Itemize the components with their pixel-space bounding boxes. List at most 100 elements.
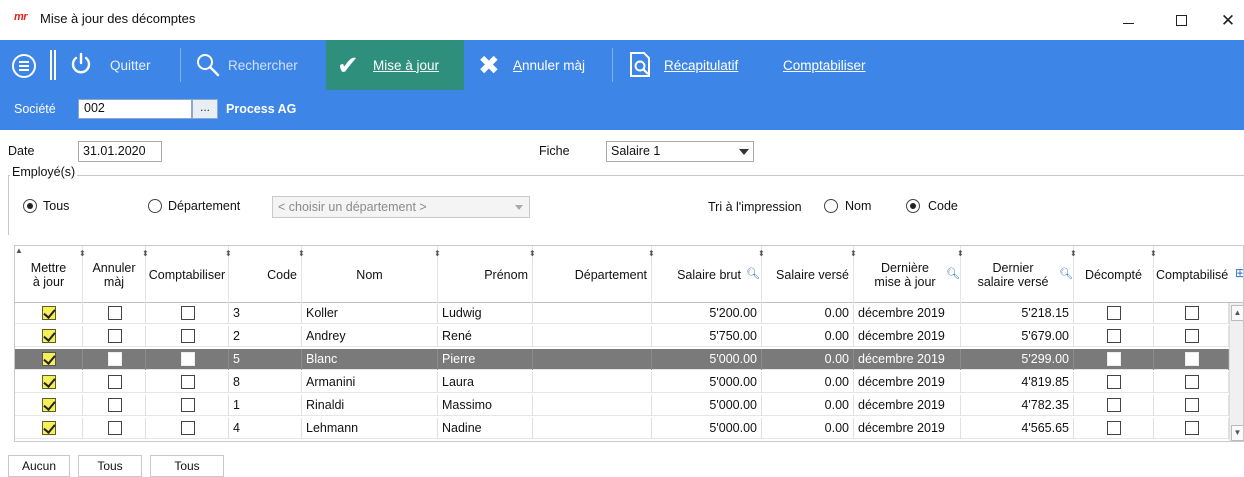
cancel-update-checkbox[interactable] (107, 352, 122, 366)
update-button[interactable]: Mise à jour (373, 40, 439, 90)
radio-all-label[interactable]: Tous (43, 199, 69, 213)
cell-paid[interactable]: 0.00 (762, 372, 854, 393)
update-checkbox[interactable] (42, 375, 56, 389)
cell-last-update[interactable]: décembre 2019 (854, 303, 961, 324)
col-header-code[interactable]: ⬍ Code (229, 246, 305, 303)
cell-gross[interactable]: 5'200.00 (652, 303, 762, 324)
fiche-select[interactable]: Salaire 1 (606, 141, 754, 162)
search-icon[interactable] (196, 53, 220, 77)
col-header-last-paid[interactable]: ⬍ Dernier salaire versé 🔍︎ (961, 246, 1077, 303)
calculated-checkbox[interactable] (1107, 375, 1121, 389)
cell-last-name[interactable]: Armanini (302, 372, 438, 393)
table-row[interactable]: 2 Andrey René 5'750.00 0.00 décembre 2019 5'67… (15, 326, 1229, 347)
cell-last-update[interactable]: décembre 2019 (854, 372, 961, 393)
table-row[interactable]: 8 Armanini Laura 5'000.00 0.00 décembre 2019 4… (15, 372, 1229, 393)
cell-department[interactable] (533, 349, 652, 370)
cell-last-paid[interactable]: 4'565.65 (961, 418, 1074, 439)
cell-last-name[interactable]: Koller (302, 303, 438, 324)
posted-checkbox[interactable] (1184, 398, 1199, 412)
column-chooser-icon[interactable]: ⊞ (1235, 266, 1243, 280)
col-header-last-update[interactable]: ⬍ Dernière mise à jour 🔍︎ (854, 246, 964, 303)
col-header-last-name[interactable]: ⬍ Nom (302, 246, 441, 303)
cell-last-paid[interactable]: 5'299.00 (961, 349, 1074, 370)
table-row[interactable]: 5 Blanc Pierre 5'000.00 0.00 décembre 2019 5'2… (15, 349, 1229, 370)
table-row[interactable]: 4 Lehmann Nadine 5'000.00 0.00 décembre 2019 4… (15, 418, 1229, 439)
col-header-posted[interactable]: Comptabilisé⊞ (1154, 246, 1243, 303)
cell-gross[interactable]: 5'000.00 (652, 418, 762, 439)
cell-department[interactable] (533, 418, 652, 439)
post-checkbox[interactable] (180, 398, 195, 412)
update-checkbox[interactable] (42, 329, 56, 343)
select-all-button[interactable]: Tous (78, 455, 142, 477)
posted-checkbox[interactable] (1184, 306, 1199, 320)
cell-last-name[interactable]: Rinaldi (302, 395, 438, 416)
company-lookup-button[interactable]: ... (192, 99, 218, 119)
cell-last-update[interactable]: décembre 2019 (854, 418, 961, 439)
menu-icon[interactable] (12, 54, 36, 78)
radio-department-label[interactable]: Département (168, 199, 240, 213)
cell-first-name[interactable]: Ludwig (438, 303, 533, 324)
calculated-checkbox[interactable] (1107, 306, 1121, 320)
cell-last-update[interactable]: décembre 2019 (854, 326, 961, 347)
cell-first-name[interactable]: Nadine (438, 418, 533, 439)
radio-sort-code-label[interactable]: Code (928, 199, 958, 213)
cancel-icon[interactable]: ✖ (478, 40, 500, 90)
close-button[interactable]: ✕ (1205, 6, 1244, 34)
post-checkbox[interactable] (180, 375, 195, 389)
recap-icon[interactable] (628, 51, 654, 79)
col-header-paid[interactable]: ⬍ Salaire versé (762, 246, 857, 303)
cell-paid[interactable]: 0.00 (762, 418, 854, 439)
search-button[interactable]: Rechercher (228, 40, 298, 90)
cell-first-name[interactable]: René (438, 326, 533, 347)
cell-paid[interactable]: 0.00 (762, 303, 854, 324)
cell-department[interactable] (533, 395, 652, 416)
cell-last-paid[interactable]: 5'679.00 (961, 326, 1074, 347)
scroll-up-icon[interactable]: ▲ (1231, 305, 1243, 321)
col-header-calculated[interactable]: ⬍ Décompté (1074, 246, 1157, 303)
col-header-first-name[interactable]: ⬍ Prénom (438, 246, 536, 303)
cell-code[interactable]: 1 (229, 395, 302, 416)
cell-last-update[interactable]: décembre 2019 (854, 395, 961, 416)
col-header-cancel[interactable]: ⬍ Annuler màj (83, 246, 149, 303)
col-header-update[interactable]: ⬍ Mettre à jour (15, 246, 86, 303)
cell-code[interactable]: 3 (229, 303, 302, 324)
cell-first-name[interactable]: Laura (438, 372, 533, 393)
radio-sort-name-label[interactable]: Nom (845, 199, 871, 213)
company-code-field[interactable]: 002 (78, 99, 192, 119)
radio-sort-code[interactable] (906, 199, 920, 213)
cell-paid[interactable]: 0.00 (762, 349, 854, 370)
check-icon[interactable]: ✔ (337, 40, 359, 90)
cell-last-paid[interactable]: 4'819.85 (961, 372, 1074, 393)
select-none-button[interactable]: Aucun (8, 455, 70, 477)
radio-all[interactable] (23, 199, 37, 213)
cell-gross[interactable]: 5'750.00 (652, 326, 762, 347)
radio-department[interactable] (148, 199, 162, 213)
table-row[interactable]: 1 Rinaldi Massimo 5'000.00 0.00 décembre 2019… (15, 395, 1229, 416)
update-checkbox[interactable] (42, 421, 56, 435)
post-checkbox[interactable] (180, 421, 195, 435)
post-button[interactable]: Comptabiliser (783, 40, 866, 90)
cancel-update-checkbox[interactable] (107, 375, 122, 389)
calculated-checkbox[interactable] (1107, 329, 1121, 343)
cell-department[interactable] (533, 326, 652, 347)
cell-gross[interactable]: 5'000.00 (652, 372, 762, 393)
cell-code[interactable]: 2 (229, 326, 302, 347)
posted-checkbox[interactable] (1184, 329, 1199, 343)
cell-last-name[interactable]: Blanc (302, 349, 438, 370)
cell-gross[interactable]: 5'000.00 (652, 395, 762, 416)
col-header-post[interactable]: ⬍ Comptabiliser (146, 246, 232, 303)
cell-first-name[interactable]: Massimo (438, 395, 533, 416)
recap-button[interactable]: Récapitulatif (664, 40, 738, 90)
minimize-button[interactable] (1105, 6, 1151, 34)
quit-button[interactable]: Quitter (110, 40, 151, 90)
cell-paid[interactable]: 0.00 (762, 326, 854, 347)
posted-checkbox[interactable] (1184, 352, 1199, 366)
cancel-update-checkbox[interactable] (107, 421, 122, 435)
cell-code[interactable]: 5 (229, 349, 302, 370)
cell-department[interactable] (533, 303, 652, 324)
select-all-button-2[interactable]: Tous (150, 455, 224, 477)
col-header-department[interactable]: ⬍ Département (533, 246, 655, 303)
calculated-checkbox[interactable] (1107, 352, 1121, 366)
vertical-scrollbar[interactable]: ▲ ▼ (1229, 303, 1243, 441)
col-header-gross[interactable]: ⬍ Salaire brut 🔍︎ (652, 246, 765, 303)
